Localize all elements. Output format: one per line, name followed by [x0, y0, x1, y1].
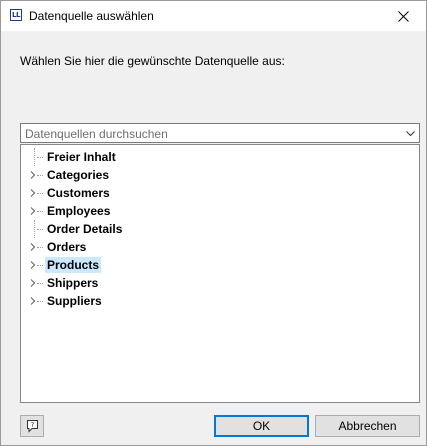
datasource-tree[interactable]: Freier Inhalt Categories Customers Employee…	[20, 144, 420, 403]
chevron-right-icon[interactable]	[30, 261, 36, 269]
tree-connector-line	[34, 220, 35, 238]
tree-connector-line	[37, 301, 43, 302]
tree-item[interactable]: Freier Inhalt	[21, 148, 419, 166]
tree-connector-line	[37, 211, 43, 212]
chevron-right-icon[interactable]	[30, 243, 36, 251]
tree-item-label: Products	[45, 257, 102, 273]
tree-item[interactable]: Shippers	[21, 274, 419, 292]
tree-item-label: Orders	[47, 240, 87, 254]
tree-connector-line	[37, 265, 43, 266]
chevron-right-icon[interactable]	[30, 279, 36, 287]
tree-connector-line	[37, 193, 43, 194]
chevron-right-icon[interactable]	[30, 207, 36, 215]
tree-connector-line	[37, 283, 43, 284]
tree-item-label: Suppliers	[47, 294, 102, 308]
chevron-down-icon[interactable]	[406, 129, 415, 138]
tree-item[interactable]: Suppliers	[21, 292, 419, 310]
tree-connector-line	[37, 157, 43, 158]
tree-item-label: Employees	[47, 204, 111, 218]
select-datasource-dialog: LL Datenquelle auswählen Wählen Sie hier…	[0, 0, 427, 446]
search-placeholder: Datenquellen durchsuchen	[25, 127, 168, 141]
tree-item-label: Order Details	[47, 222, 123, 236]
svg-text:?: ?	[31, 421, 35, 429]
cancel-button[interactable]: Abbrechen	[315, 415, 420, 437]
window-title: Datenquelle auswählen	[29, 9, 154, 23]
tree-connector-line	[37, 247, 43, 248]
tree-item-label: Shippers	[47, 276, 99, 290]
help-icon: ?	[27, 420, 38, 433]
tree-item-label: Customers	[47, 186, 110, 200]
tree-connector-line	[37, 229, 43, 230]
tree-connector-line	[34, 148, 35, 166]
tree-connector-line	[37, 175, 43, 176]
title-bar: LL Datenquelle auswählen	[1, 1, 426, 31]
close-button[interactable]	[380, 1, 426, 31]
chevron-right-icon[interactable]	[30, 189, 36, 197]
tree-item[interactable]: Categories	[21, 166, 419, 184]
help-button[interactable]: ?	[20, 415, 44, 437]
tree-item[interactable]: Order Details	[21, 220, 419, 238]
tree-item[interactable]: Orders	[21, 238, 419, 256]
instruction-text: Wählen Sie hier die gewünschte Datenquel…	[20, 54, 285, 68]
tree-item[interactable]: Products	[21, 256, 419, 274]
tree-item[interactable]: Customers	[21, 184, 419, 202]
ok-button[interactable]: OK	[214, 415, 309, 437]
chevron-right-icon[interactable]	[30, 297, 36, 305]
tree-item-label: Freier Inhalt	[47, 150, 116, 164]
chevron-right-icon[interactable]	[30, 171, 36, 179]
ll-app-icon: LL	[10, 9, 22, 21]
datasource-search-combobox[interactable]: Datenquellen durchsuchen	[20, 123, 420, 143]
tree-item[interactable]: Employees	[21, 202, 419, 220]
tree-item-label: Categories	[47, 168, 110, 182]
close-icon	[397, 10, 409, 22]
